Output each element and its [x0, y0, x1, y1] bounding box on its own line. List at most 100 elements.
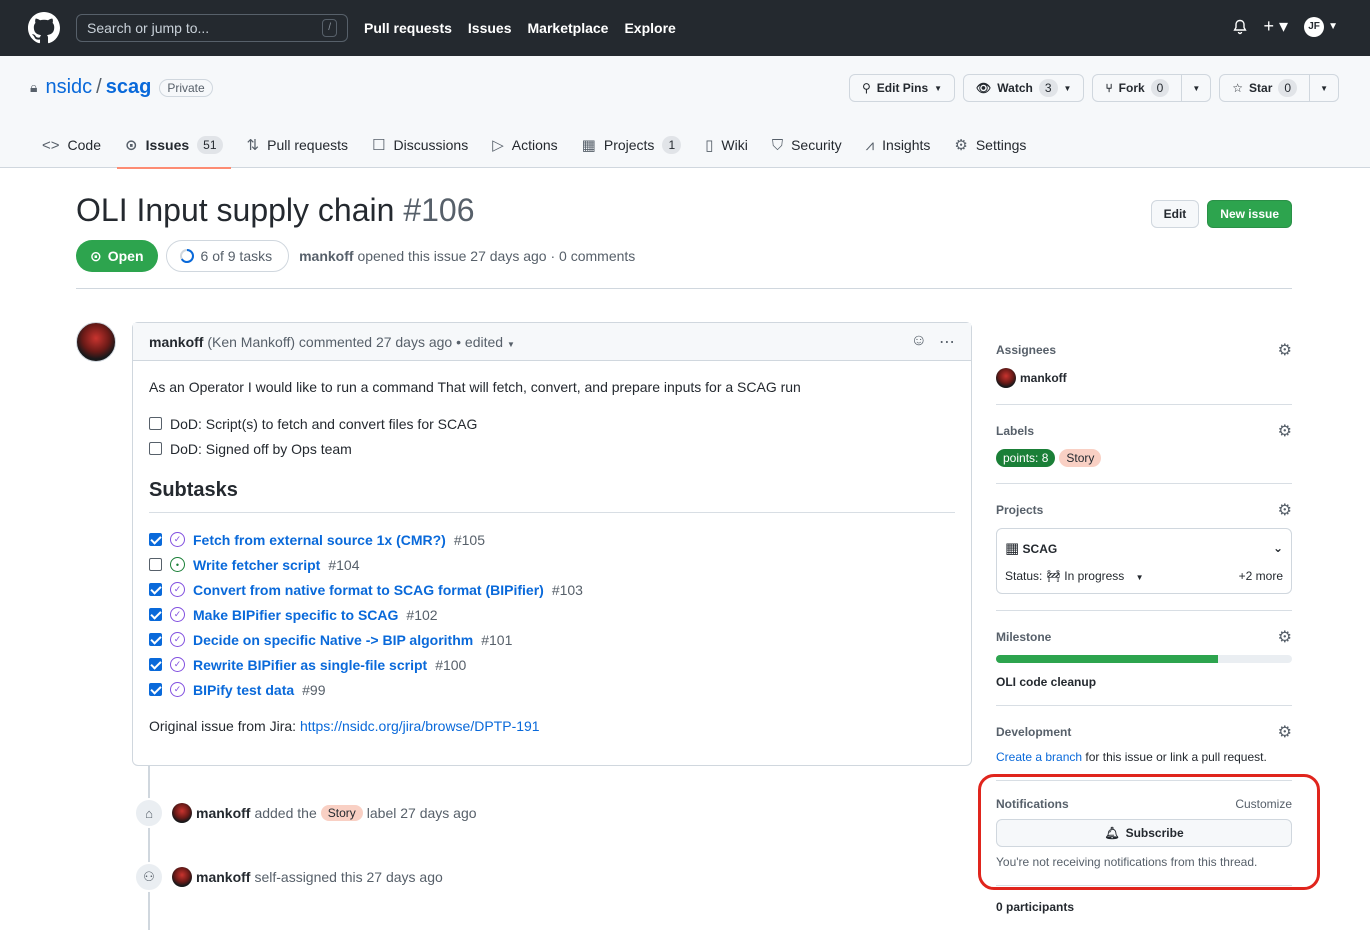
bell-icon[interactable] [1232, 19, 1248, 35]
edit-button[interactable]: Edit [1150, 200, 1200, 228]
tab-insights[interactable]: ⩘ Insights [858, 122, 939, 168]
tab-issues[interactable]: ⊙ Issues 51 [117, 122, 231, 169]
watch-button[interactable]: 👁︎ Watch 3 ▼ [963, 74, 1085, 102]
subtask-link[interactable]: Rewrite BIPifier as single-file script [193, 657, 427, 673]
author-link[interactable]: mankoff [299, 248, 353, 264]
projects-count: 1 [662, 136, 682, 154]
more-projects-link[interactable]: +2 more [1239, 569, 1283, 583]
subtask-link[interactable]: Convert from native format to SCAG forma… [193, 582, 544, 598]
tag-icon: ⌂ [134, 798, 164, 828]
label-story[interactable]: Story [320, 805, 363, 821]
chevron-down-icon[interactable]: ▼ [1136, 573, 1144, 582]
gear-icon[interactable]: ⚙ [1278, 421, 1292, 441]
chevron-down-icon: ▼ [934, 83, 943, 93]
checkbox[interactable] [149, 658, 162, 671]
avatar [996, 368, 1016, 388]
tab-wiki[interactable]: ▯ Wiki [697, 122, 756, 168]
event-actor[interactable]: mankoff [196, 805, 250, 821]
checkbox[interactable] [149, 558, 162, 571]
fork-button[interactable]: ⑂ Fork 0 [1092, 74, 1183, 102]
smiley-icon[interactable]: ☺ [911, 332, 927, 352]
avatar[interactable] [172, 803, 192, 823]
event-actor[interactable]: mankoff [196, 869, 250, 885]
checkbox[interactable] [149, 683, 162, 696]
checkbox[interactable] [149, 583, 162, 596]
checkbox[interactable] [149, 533, 162, 546]
comment-header-text: (Ken Mankoff) commented 27 days ago • ed… [207, 333, 504, 350]
subtask-link[interactable]: Fetch from external source 1x (CMR?) [193, 532, 446, 548]
timeline-event-assign: ⚇ mankoff self-assigned this 27 days ago [134, 862, 443, 892]
checkbox[interactable] [149, 633, 162, 646]
issue-open-icon: ⊙ [90, 247, 102, 264]
github-logo-icon[interactable] [28, 12, 60, 44]
subtask-list: ✓ Fetch from external source 1x (CMR?) #10… [149, 527, 955, 702]
tab-code[interactable]: <> Code [34, 122, 109, 168]
checkbox[interactable] [149, 417, 162, 430]
star-icon: ☆ [1232, 81, 1244, 95]
gear-icon[interactable]: ⚙ [1278, 500, 1292, 520]
page-title: OLI Input supply chain #106 [76, 192, 475, 229]
jira-link[interactable]: https://nsidc.org/jira/browse/DPTP-191 [300, 718, 540, 734]
search-placeholder: Search or jump to... [87, 20, 210, 36]
label-points[interactable]: points: 8 [996, 449, 1056, 467]
search-input[interactable]: Search or jump to... / [76, 14, 348, 42]
assignee[interactable]: mankoff [996, 368, 1292, 388]
avatar[interactable] [76, 322, 116, 362]
repo-name-link[interactable]: scag [106, 76, 152, 99]
tab-security[interactable]: ⛉ Security [764, 122, 850, 168]
construction-icon: 🚧︎ [1045, 569, 1061, 583]
user-menu[interactable]: JF ▼ [1304, 16, 1338, 37]
label-story[interactable]: Story [1059, 449, 1102, 467]
nav-marketplace[interactable]: Marketplace [528, 20, 609, 36]
nav-issues[interactable]: Issues [468, 20, 512, 36]
tab-actions[interactable]: ▷ Actions [484, 122, 565, 168]
comment-body: As an Operator I would like to run a com… [133, 361, 971, 752]
subtask-link[interactable]: Make BIPifier specific to SCAG [193, 607, 398, 623]
avatar[interactable] [172, 867, 192, 887]
chevron-down-icon[interactable]: ▼ [507, 340, 515, 349]
tab-discussions[interactable]: ☐ Discussions [364, 122, 476, 168]
tab-settings[interactable]: ⚙ Settings [946, 122, 1034, 168]
milestone-name[interactable]: OLI code cleanup [996, 675, 1292, 689]
project-name[interactable]: SCAG [1023, 542, 1058, 556]
nav-explore[interactable]: Explore [624, 20, 675, 36]
issues-count: 51 [197, 136, 223, 154]
comment-author[interactable]: mankoff [149, 334, 203, 350]
star-dropdown-button[interactable]: ▼ [1310, 74, 1339, 102]
tab-label: Projects [603, 137, 655, 153]
new-issue-button[interactable]: New issue [1207, 200, 1292, 228]
gear-icon[interactable]: ⚙ [1278, 627, 1292, 647]
subtask-number: #101 [481, 631, 513, 648]
list-item: • Write fetcher script #104 [149, 552, 955, 577]
tab-label: Code [67, 137, 101, 153]
chevron-down-icon: ▼ [1063, 83, 1072, 93]
checkbox[interactable] [149, 442, 162, 455]
star-button[interactable]: ☆ Star 0 [1219, 74, 1311, 102]
gear-icon[interactable]: ⚙ [1278, 340, 1292, 360]
discussions-icon: ☐ [372, 137, 386, 154]
tab-label: Pull requests [267, 137, 349, 153]
timeline-line [148, 766, 150, 930]
kebab-menu-icon[interactable]: ⋯ [939, 332, 955, 352]
tab-pull-requests[interactable]: ⇅ Pull requests [239, 122, 357, 168]
issue-closed-icon: ✓ [170, 607, 185, 622]
subtask-link[interactable]: Write fetcher script [193, 557, 320, 573]
create-branch-link[interactable]: Create a branch [996, 750, 1082, 764]
gear-icon[interactable]: ⚙ [1278, 722, 1292, 742]
comment-header: mankoff (Ken Mankoff) commented 27 days … [133, 323, 971, 361]
section-title: Projects [996, 503, 1044, 517]
subtask-link[interactable]: Decide on specific Native -> BIP algorit… [193, 632, 473, 648]
status-badge: ⊙ Open [76, 240, 158, 272]
status-value[interactable]: In progress [1064, 569, 1124, 583]
create-new-icon[interactable]: + ▾ [1264, 16, 1289, 37]
checkbox[interactable] [149, 608, 162, 621]
nav-pull-requests[interactable]: Pull requests [364, 20, 452, 36]
repo-owner-link[interactable]: nsidc [45, 76, 92, 99]
fork-dropdown-button[interactable]: ▼ [1182, 74, 1212, 102]
tasks-progress[interactable]: 6 of 9 tasks [165, 240, 290, 272]
chevron-down-icon[interactable]: ⌄ [1273, 541, 1283, 555]
subtask-link[interactable]: BIPify test data [193, 682, 294, 698]
tab-projects[interactable]: ▦ Projects 1 [574, 122, 689, 168]
edit-pins-button[interactable]: ⚲ Edit Pins ▼ [848, 74, 956, 102]
avatar: JF [1304, 16, 1325, 37]
